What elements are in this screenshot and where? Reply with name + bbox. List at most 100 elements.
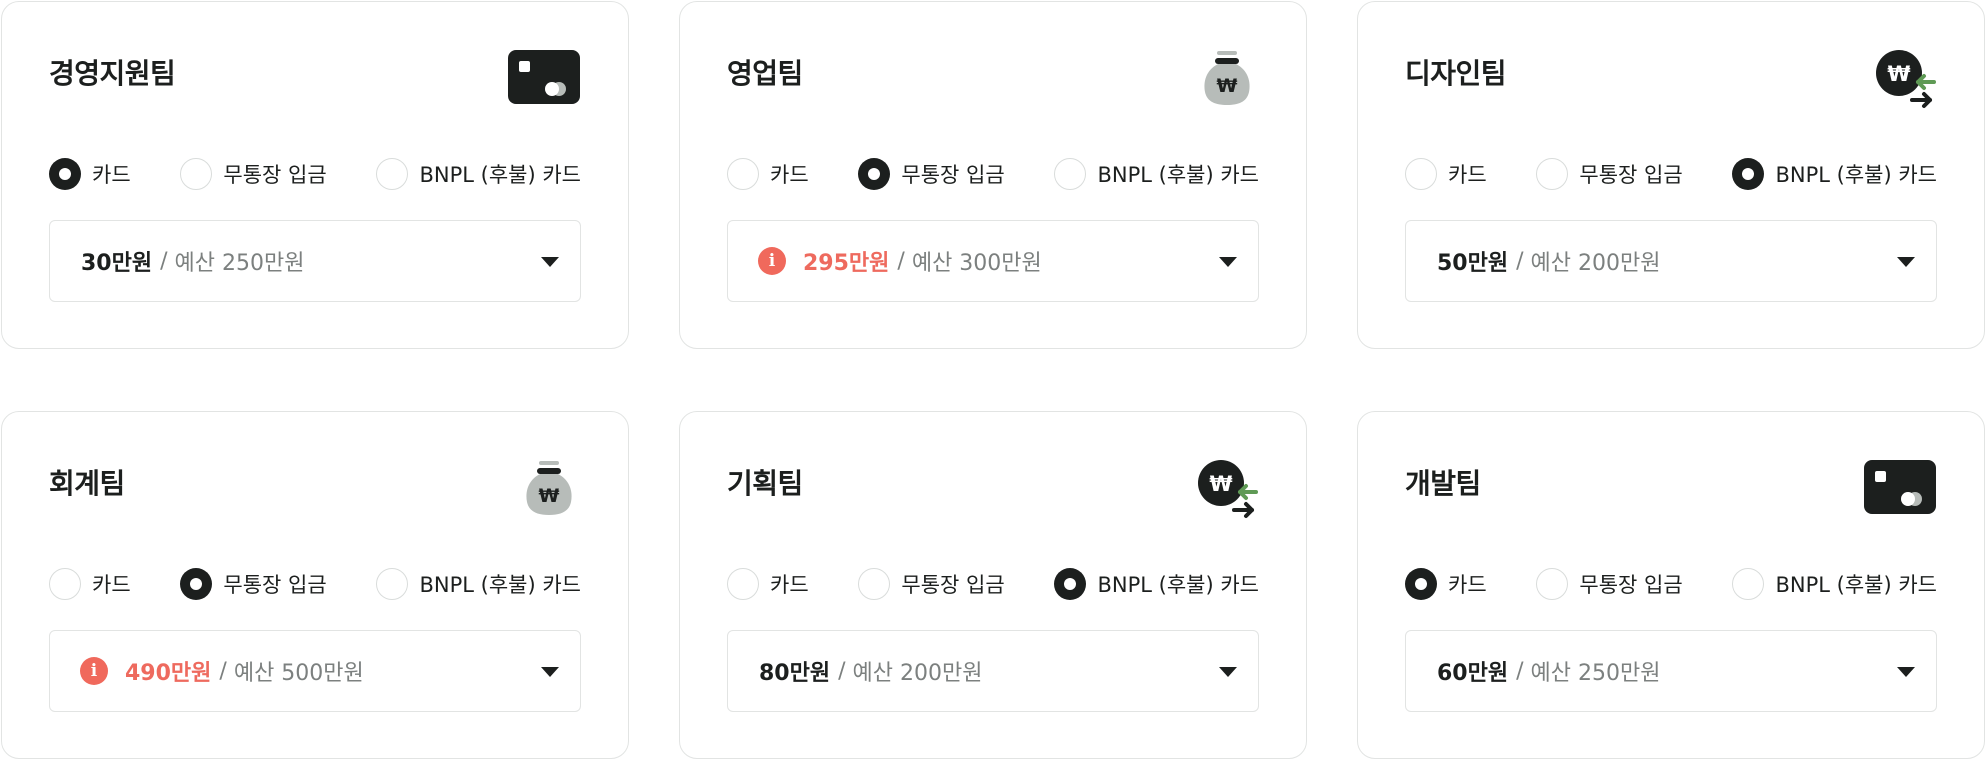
budget-select[interactable]: 80만원 / 예산 200만원 [727,630,1259,712]
caret-down-icon[interactable] [1219,257,1237,267]
amount-separator: / [897,248,905,274]
payment-option-label: BNPL (후불) 카드 [1097,573,1259,597]
won-transfer-icon: ₩ [1856,50,1936,114]
svg-text:₩: ₩ [1217,75,1238,97]
payment-option-label: BNPL (후불) 카드 [419,573,581,597]
budget-select[interactable]: 30만원 / 예산 250만원 [49,220,581,302]
radio-button[interactable] [1732,568,1765,600]
payment-option-label: 카드 [1448,163,1487,187]
radio-button[interactable] [1536,568,1569,600]
payment-option-radio[interactable]: BNPL (후불) 카드 [1732,568,1937,600]
payment-option-label: 무통장 입금 [1579,573,1683,597]
payment-option-label: 무통장 입금 [1579,163,1683,187]
payment-option-radio[interactable]: 무통장 입금 [180,158,327,190]
amount-separator: / [160,248,168,274]
payment-option-label: 카드 [92,573,131,597]
payment-option-radio[interactable]: 무통장 입금 [858,568,1005,600]
spent-amount: 50만원 [1437,251,1509,276]
payment-option-radio[interactable]: 무통장 입금 [858,158,1005,190]
payment-method-group: 카드 무통장 입금 BNPL (후불) 카드 [49,567,581,601]
payment-method-group: 카드 무통장 입금 BNPL (후불) 카드 [727,157,1259,191]
payment-option-radio[interactable]: BNPL (후불) 카드 [1732,158,1937,190]
radio-button[interactable] [376,568,409,600]
payment-option-radio[interactable]: BNPL (후불) 카드 [1054,158,1259,190]
payment-option-radio[interactable]: 카드 [1405,158,1487,190]
team-card: 디자인팀 ₩ 카드 무통장 입금 BNPL (후불) 카드 50만원 / 예산 20… [1357,1,1985,349]
team-card: 회계팀 ₩ 카드 무통장 입금 BNPL (후불) 카드 i 490만원 / 예산 5… [1,411,629,759]
payment-option-label: 카드 [770,163,809,187]
warning-icon: i [80,657,108,685]
budget-amount: 예산 500만원 [233,661,364,686]
caret-down-icon[interactable] [541,667,559,677]
payment-option-radio[interactable]: 카드 [49,158,131,190]
team-card: 영업팀 ₩ 카드 무통장 입금 BNPL (후불) 카드 i 295만원 / 예산 3… [679,1,1307,349]
amount-separator: / [1516,658,1524,684]
amount-separator: / [838,658,846,684]
budget-select[interactable]: 50만원 / 예산 200만원 [1405,220,1937,302]
payment-option-label: 카드 [92,163,131,187]
credit-card-icon [1856,460,1936,524]
payment-option-label: 무통장 입금 [901,163,1005,187]
payment-option-radio[interactable]: BNPL (후불) 카드 [376,158,581,190]
radio-button[interactable] [49,158,81,190]
radio-button[interactable] [1732,158,1765,190]
money-bag-icon: ₩ [500,460,580,524]
caret-down-icon[interactable] [541,257,559,267]
radio-button[interactable] [1536,158,1569,190]
svg-text:₩: ₩ [539,485,560,507]
payment-option-radio[interactable]: BNPL (후불) 카드 [376,568,581,600]
radio-button[interactable] [1054,568,1087,600]
credit-card-icon [500,50,580,114]
spent-amount: 80만원 [759,661,831,686]
radio-button[interactable] [180,568,213,600]
payment-option-radio[interactable]: 무통장 입금 [1536,568,1683,600]
payment-option-radio[interactable]: BNPL (후불) 카드 [1054,568,1259,600]
team-name: 회계팀 [49,467,125,500]
budget-select[interactable]: i 490만원 / 예산 500만원 [49,630,581,712]
payment-option-label: 카드 [770,573,809,597]
payment-method-group: 카드 무통장 입금 BNPL (후불) 카드 [727,567,1259,601]
payment-option-radio[interactable]: 무통장 입금 [1536,158,1683,190]
radio-button[interactable] [858,568,891,600]
radio-button[interactable] [1405,568,1437,600]
team-name: 개발팀 [1405,467,1481,500]
radio-button[interactable] [1405,158,1437,190]
caret-down-icon[interactable] [1219,667,1237,677]
radio-button[interactable] [1054,158,1087,190]
team-name: 경영지원팀 [49,57,176,90]
payment-option-label: 무통장 입금 [223,573,327,597]
spent-amount: 490만원 [125,661,212,686]
payment-option-radio[interactable]: 카드 [1405,568,1487,600]
radio-button[interactable] [376,158,409,190]
budget-amount: 예산 200만원 [852,661,983,686]
amount-separator: / [1516,248,1524,274]
payment-option-radio[interactable]: 무통장 입금 [180,568,327,600]
payment-method-group: 카드 무통장 입금 BNPL (후불) 카드 [49,157,581,191]
team-name: 영업팀 [727,57,803,90]
team-card: 경영지원팀 카드 무통장 입금 BNPL (후불) 카드 30만원 / 예산 250… [1,1,629,349]
payment-option-radio[interactable]: 카드 [727,568,809,600]
payment-option-radio[interactable]: 카드 [727,158,809,190]
caret-down-icon[interactable] [1897,667,1915,677]
budget-amount: 예산 250만원 [1530,661,1661,686]
radio-button[interactable] [180,158,213,190]
budget-amount: 예산 300만원 [911,251,1042,276]
svg-text:₩: ₩ [1887,62,1910,86]
won-transfer-icon: ₩ [1178,460,1258,524]
money-bag-icon: ₩ [1178,50,1258,114]
spent-amount: 30만원 [81,251,153,276]
radio-button[interactable] [727,568,759,600]
radio-button[interactable] [727,158,759,190]
budget-select[interactable]: i 295만원 / 예산 300만원 [727,220,1259,302]
spent-amount: 295만원 [803,251,890,276]
payment-option-radio[interactable]: 카드 [49,568,131,600]
budget-amount: 예산 200만원 [1530,251,1661,276]
caret-down-icon[interactable] [1897,257,1915,267]
payment-option-label: BNPL (후불) 카드 [1775,163,1937,187]
amount-separator: / [219,658,227,684]
radio-button[interactable] [49,568,81,600]
radio-button[interactable] [858,158,891,190]
payment-option-label: 무통장 입금 [223,163,327,187]
team-card: 기획팀 ₩ 카드 무통장 입금 BNPL (후불) 카드 80만원 / 예산 200… [679,411,1307,759]
budget-select[interactable]: 60만원 / 예산 250만원 [1405,630,1937,712]
